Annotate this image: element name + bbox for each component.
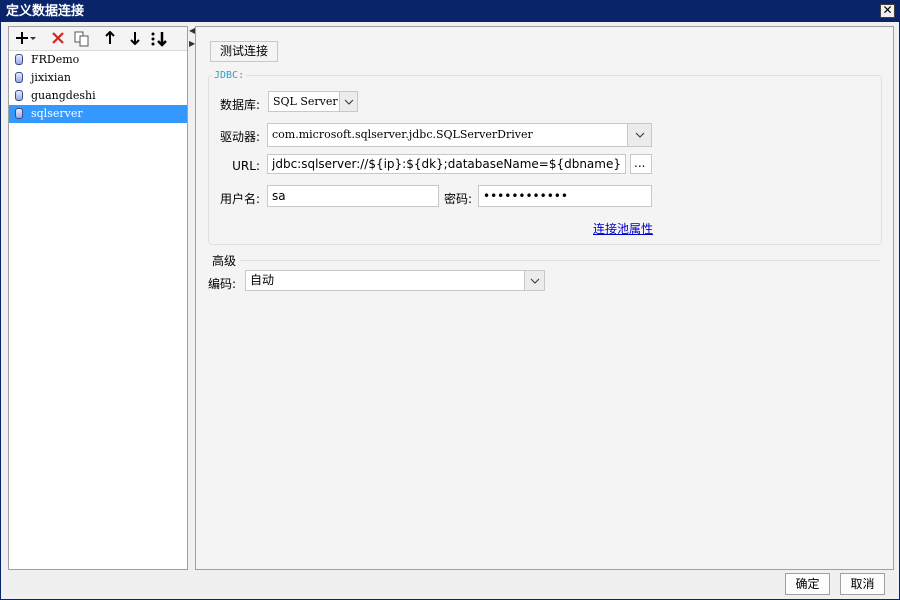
move-down-button[interactable]	[124, 29, 146, 49]
connection-name: sqlserver	[31, 107, 83, 120]
add-icon	[15, 30, 37, 49]
connection-name: FRDemo	[31, 53, 80, 66]
ok-button[interactable]: 确定	[785, 573, 830, 595]
username-input[interactable]: sa	[267, 185, 439, 207]
dialog-window: 定义数据连接 ✕ FRDemo jixixian guangdeshi sqls…	[0, 0, 900, 600]
connection-pool-link[interactable]: 连接池属性	[593, 220, 653, 237]
close-button[interactable]: ✕	[880, 4, 895, 18]
password-input[interactable]: ••••••••••••	[478, 185, 652, 207]
add-connection-button[interactable]	[13, 29, 39, 49]
jdbc-legend: JDBC:	[212, 70, 247, 81]
chevron-down-icon[interactable]	[524, 271, 544, 290]
test-connection-button[interactable]: 测试连接	[210, 41, 278, 62]
connection-config-panel: 测试连接 JDBC: 数据库: SQL Server 驱动器: com.micr…	[195, 26, 894, 570]
connection-item[interactable]: guangdeshi	[9, 87, 187, 105]
chevron-down-icon[interactable]	[339, 92, 357, 111]
connection-name: jixixian	[31, 71, 72, 84]
advanced-title: 高级	[212, 254, 237, 268]
delete-icon	[51, 30, 65, 49]
username-label: 用户名:	[219, 192, 260, 206]
title-bar: 定义数据连接 ✕	[1, 1, 899, 22]
sort-icon	[150, 32, 170, 51]
delete-connection-button[interactable]	[47, 29, 69, 49]
url-value: jdbc:sqlserver://${ip}:${dk};databaseNam…	[272, 157, 621, 171]
driver-value: com.microsoft.sqlserver.jdbc.SQLServerDr…	[272, 128, 533, 141]
cancel-button[interactable]: 取消	[840, 573, 885, 595]
database-select[interactable]: SQL Server	[268, 91, 358, 112]
move-up-button[interactable]	[99, 29, 121, 49]
connection-item-selected[interactable]: sqlserver	[9, 105, 187, 123]
copy-icon	[74, 31, 90, 51]
driver-select[interactable]: com.microsoft.sqlserver.jdbc.SQLServerDr…	[267, 123, 652, 147]
chevron-down-icon[interactable]	[627, 124, 651, 146]
username-value: sa	[272, 189, 286, 203]
connection-item[interactable]: jixixian	[9, 69, 187, 87]
url-browse-button[interactable]: ...	[630, 154, 652, 174]
encoding-select[interactable]: 自动	[245, 270, 545, 291]
database-icon	[15, 54, 23, 65]
password-label: 密码:	[443, 192, 472, 206]
advanced-divider	[240, 260, 880, 261]
move-up-icon	[104, 30, 116, 49]
panel-splitter[interactable]: ◀ ▶	[188, 26, 195, 570]
close-icon: ✕	[882, 3, 893, 17]
encoding-label: 编码:	[208, 277, 237, 291]
encoding-value: 自动	[250, 273, 275, 287]
database-icon	[15, 108, 23, 119]
database-value: SQL Server	[273, 95, 338, 108]
connection-item[interactable]: FRDemo	[9, 51, 187, 69]
move-down-icon	[129, 30, 141, 49]
driver-label: 驱动器:	[219, 130, 260, 144]
sort-button[interactable]	[149, 29, 171, 49]
url-input[interactable]: jdbc:sqlserver://${ip}:${dk};databaseNam…	[267, 154, 626, 174]
connection-list-panel: FRDemo jixixian guangdeshi sqlserver	[8, 26, 188, 570]
copy-connection-button[interactable]	[71, 29, 93, 49]
connection-list: FRDemo jixixian guangdeshi sqlserver	[9, 51, 187, 123]
database-label: 数据库:	[219, 98, 260, 112]
connection-toolbar	[9, 27, 187, 51]
password-value: ••••••••••••	[483, 189, 568, 203]
database-icon	[15, 72, 23, 83]
database-icon	[15, 90, 23, 101]
window-title: 定义数据连接	[6, 4, 85, 19]
url-label: URL:	[232, 159, 260, 173]
connection-name: guangdeshi	[31, 89, 96, 102]
